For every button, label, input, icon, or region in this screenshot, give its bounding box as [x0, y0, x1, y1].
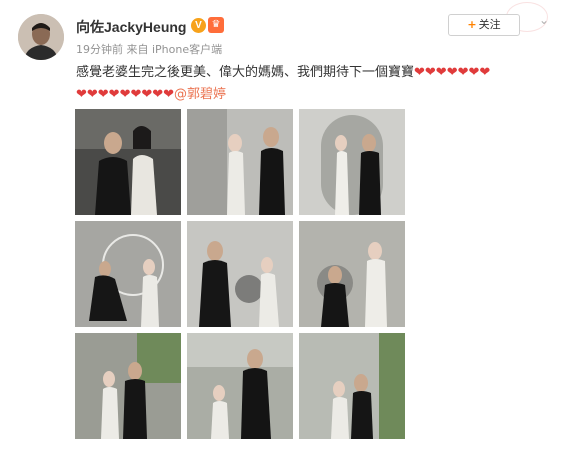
follow-button[interactable]: + 关注	[448, 14, 520, 36]
couple-photo-icon	[299, 333, 405, 439]
member-crown-icon: ♛	[208, 17, 224, 33]
mention-link[interactable]: @郭碧婷	[174, 87, 226, 102]
couple-photo-icon	[75, 109, 181, 215]
hearts-line-1: ❤❤❤❤❤❤❤	[414, 65, 491, 80]
post-time[interactable]: 19分钟前	[76, 43, 123, 56]
couple-photo-icon	[187, 109, 293, 215]
photo-3[interactable]	[299, 109, 405, 215]
avatar[interactable]	[18, 14, 64, 60]
photo-9[interactable]	[299, 333, 405, 439]
couple-photo-icon	[299, 109, 405, 215]
plus-icon: +	[467, 18, 477, 31]
photo-1[interactable]	[75, 109, 181, 215]
avatar-photo-icon	[18, 14, 64, 60]
couple-photo-icon	[187, 333, 293, 439]
post-body: 感覺老婆生完之後更美、偉大的媽媽、我們期待下一個寶寶	[76, 65, 415, 80]
post-meta: 19分钟前 来自 iPhone客户端	[76, 41, 222, 57]
username-link[interactable]: 向佐JackyHeung	[76, 17, 186, 37]
couple-photo-icon	[75, 333, 181, 439]
photo-8[interactable]	[187, 333, 293, 439]
photo-2[interactable]	[187, 109, 293, 215]
photo-7[interactable]	[75, 333, 181, 439]
weibo-post-card: 向佐JackyHeung V ♛ 19分钟前 来自 iPhone客户端 + 关注 …	[0, 0, 570, 452]
chevron-down-icon[interactable]: ⌄	[536, 12, 552, 28]
photo-4[interactable]	[75, 221, 181, 327]
couple-photo-icon	[299, 221, 405, 327]
verified-badge-icon: V	[191, 18, 206, 33]
hearts-line-2: ❤❤❤❤❤❤❤❤❤	[76, 87, 175, 102]
photo-grid	[75, 109, 405, 439]
follow-label: 关注	[478, 18, 501, 31]
couple-photo-icon	[187, 221, 293, 327]
photo-5[interactable]	[187, 221, 293, 327]
post-source: 来自 iPhone客户端	[126, 43, 223, 56]
couple-photo-icon	[75, 221, 181, 327]
photo-6[interactable]	[299, 221, 405, 327]
post-text: 感覺老婆生完之後更美、偉大的媽媽、我們期待下一個寶寶❤❤❤❤❤❤❤ ❤❤❤❤❤❤…	[76, 62, 556, 106]
